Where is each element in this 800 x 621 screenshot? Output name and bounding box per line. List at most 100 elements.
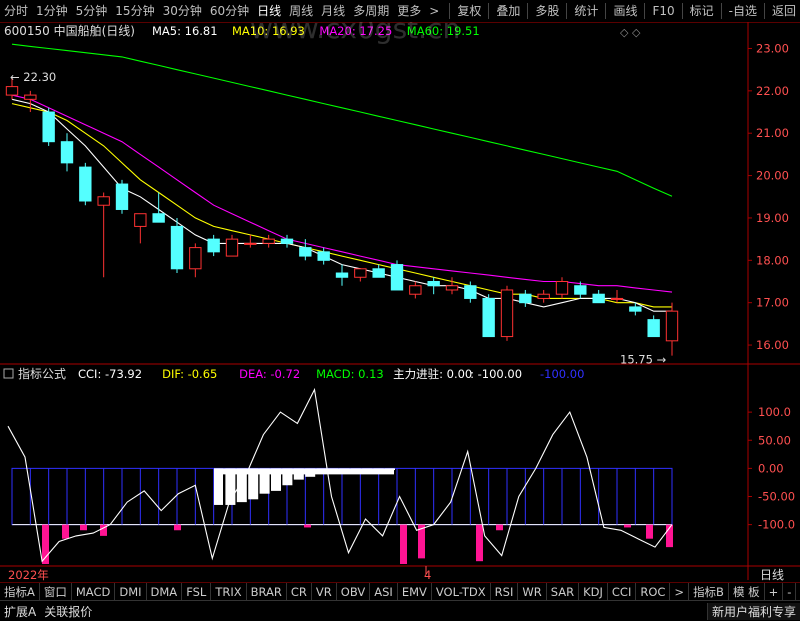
corner-icons: ◇ ◇ [620, 26, 641, 39]
toolbar-button-3[interactable]: 统计 [570, 0, 602, 22]
pink-bar-4 [174, 524, 181, 531]
period-tab-3[interactable]: 15分钟 [111, 0, 158, 22]
candle-body-30 [555, 281, 569, 295]
period-tab-10[interactable]: 更多 [393, 0, 425, 22]
period-tab-4[interactable]: 30分钟 [159, 0, 206, 22]
y-tick-2: 21.00 [756, 126, 789, 140]
ind-y-tick-3: -50.00 [758, 490, 795, 504]
indicator-tab-bar: 指标A 窗口 MACD DMI DMA FSL TRIX BRAR CR VR OBV ASI EMV V… [0, 582, 800, 601]
candle-body-2 [42, 111, 55, 143]
indicator-tab-3[interactable]: DMI [115, 583, 147, 601]
indicator-tab-6[interactable]: TRIX [211, 583, 247, 601]
toolbar-button-6[interactable]: 标记 [686, 0, 718, 22]
more-arrow-icon[interactable]: > [425, 0, 443, 22]
indicator-legend-5: : -100.00 [470, 367, 522, 381]
candle-body-1 [24, 94, 37, 100]
toolbar-separator [449, 3, 451, 19]
candle-body-15 [280, 238, 294, 244]
candle-body-31 [574, 285, 587, 295]
toolbar-right-buttons: 复权 叠加 多股 统计 画线 F10 标记 -自选 返回 [446, 0, 800, 22]
high-annotation: ← 22.30 [10, 70, 56, 84]
candle-body-34 [629, 306, 642, 312]
toolbar-separator [763, 3, 765, 19]
candle-body-25 [464, 285, 477, 299]
bottom-status-bar: 扩展A 关联报价 新用户福利专享 [0, 600, 800, 621]
candle-body-19 [354, 268, 367, 278]
indicator-tab-14[interactable]: RSI [491, 583, 519, 601]
watermark: www.cx0gst.cn [250, 22, 460, 45]
period-tab-9[interactable]: 多周期 [349, 0, 393, 22]
y-tick-1: 22.00 [756, 84, 789, 98]
candle-body-5 [97, 196, 110, 206]
indicator-tab-10[interactable]: OBV [337, 583, 371, 601]
indicator-tab-18[interactable]: CCI [608, 583, 637, 601]
pink-bar-5 [304, 524, 311, 528]
new-user-benefit-link[interactable]: 新用户福利专享 [706, 602, 800, 620]
period-tab-0[interactable]: 分时 [0, 0, 32, 22]
period-tab-6[interactable]: 日线 [253, 0, 285, 22]
indicator-tab-5[interactable]: FSL [182, 583, 212, 601]
candle-body-8 [152, 213, 165, 223]
period-tab-8[interactable]: 月线 [317, 0, 349, 22]
expand-a-button[interactable]: 扩展A [0, 603, 40, 620]
indicator-tab-4[interactable]: DMA [147, 583, 183, 601]
indicator-tab-8[interactable]: CR [287, 583, 312, 601]
candle-body-36 [665, 310, 679, 342]
period-tab-2[interactable]: 5分钟 [72, 0, 112, 22]
candle-body-28 [519, 293, 532, 304]
y-tick-6: 17.00 [756, 296, 789, 310]
period-tab-5[interactable]: 60分钟 [206, 0, 253, 22]
toolbar-separator [644, 3, 646, 19]
indicator-legend-0: CCI: -73.92 [78, 367, 142, 381]
indicator-tab-17[interactable]: KDJ [579, 583, 608, 601]
y-tick-5: 18.00 [756, 253, 789, 267]
period-toolbar: 分时 1分钟 5分钟 15分钟 30分钟 60分钟 日线 周线 月线 多周期 更多 > 复权 叠加 多股统… [0, 0, 800, 23]
ma20-line [11, 94, 673, 293]
candle-body-4 [79, 166, 92, 202]
toolbar-separator [566, 3, 568, 19]
toolbar-button-5[interactable]: F10 [648, 0, 678, 22]
y-tick-3: 20.00 [756, 169, 789, 183]
chart-canvas: 600150 中国船舶(日线) MA5: 16.81 MA10: 16.93 MA20… [0, 22, 800, 582]
indicator-tab-2[interactable]: MACD [72, 583, 116, 601]
candle-body-29 [537, 293, 550, 299]
indicator-legend-3: MACD: 0.13 [316, 367, 384, 381]
candle-body-3 [60, 141, 74, 164]
indicator-tab-24[interactable]: - [783, 583, 797, 601]
indicator-tab-15[interactable]: WR [518, 583, 547, 601]
indicator-tab-12[interactable]: EMV [398, 583, 432, 601]
candle-body-10 [189, 247, 202, 270]
candle-body-23 [427, 281, 440, 287]
toolbar-button-1[interactable]: 叠加 [492, 0, 524, 22]
toolbar-separator [720, 3, 722, 19]
indicator-tab-23[interactable]: + [765, 583, 784, 601]
indicator-legend-6: -100.00 [540, 367, 584, 381]
toolbar-button-0[interactable]: 复权 [453, 0, 485, 22]
indicator-tab-1[interactable]: 窗口 [40, 583, 72, 601]
period-tab-7[interactable]: 周线 [285, 0, 317, 22]
stock-title: 600150 中国船舶(日线) [4, 23, 135, 38]
indicator-tab-13[interactable]: VOL-TDX [432, 583, 491, 601]
toolbar-button-4[interactable]: 画线 [609, 0, 641, 22]
low-annotation: 15.75 → [620, 353, 667, 367]
time-label-0: 2022年 [8, 568, 49, 582]
ind-y-tick-1: 50.00 [758, 433, 791, 447]
toolbar-button-7[interactable]: -自选 [725, 0, 761, 22]
toolbar-button-2[interactable]: 多股 [531, 0, 563, 22]
pink-bar-7 [400, 524, 407, 564]
indicator-tab-11[interactable]: ASI [370, 583, 398, 601]
indicator-tab-9[interactable]: VR [312, 583, 337, 601]
toolbar-separator [605, 3, 607, 19]
pink-bar-1 [62, 524, 69, 539]
related-quote-button[interactable]: 关联报价 [40, 603, 96, 620]
indicator-tab-21[interactable]: 指标B [689, 583, 729, 601]
indicator-tab-16[interactable]: SAR [547, 583, 580, 601]
indicator-tab-0[interactable]: 指标A [0, 583, 40, 601]
indicator-tab-22[interactable]: 模 板 [729, 583, 765, 601]
indicator-tab-7[interactable]: BRAR [247, 583, 287, 601]
indicator-tab-19[interactable]: ROC [636, 583, 671, 601]
period-tab-1[interactable]: 1分钟 [32, 0, 72, 22]
toolbar-button-8[interactable]: 返回 [768, 0, 800, 22]
indicator-tab-20[interactable]: > [670, 583, 690, 601]
candle-body-13 [244, 242, 257, 245]
